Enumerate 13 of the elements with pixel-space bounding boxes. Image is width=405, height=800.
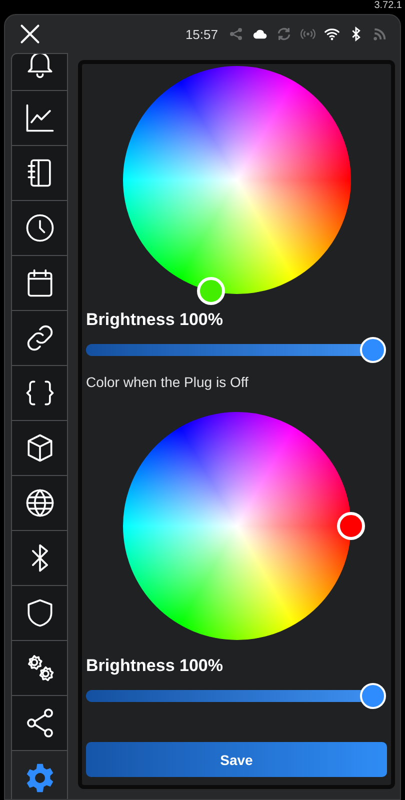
save-button[interactable]: Save (86, 742, 387, 777)
version-text: 3.72.1 (374, 0, 402, 12)
clock-time: 15:57 (185, 26, 218, 42)
brightness-label: Brightness 100% (86, 656, 224, 676)
brightness-slider[interactable] (86, 684, 384, 708)
close-icon[interactable] (19, 23, 41, 45)
settings-icon[interactable] (12, 751, 67, 799)
brightness-slider[interactable] (86, 338, 384, 362)
slider-thumb[interactable] (360, 337, 386, 363)
brightness-label: Brightness 100% (86, 310, 224, 330)
slider-thumb[interactable] (360, 683, 386, 709)
section-caption: Color when the Plug is Off (86, 374, 250, 390)
color-handle[interactable] (197, 277, 226, 306)
